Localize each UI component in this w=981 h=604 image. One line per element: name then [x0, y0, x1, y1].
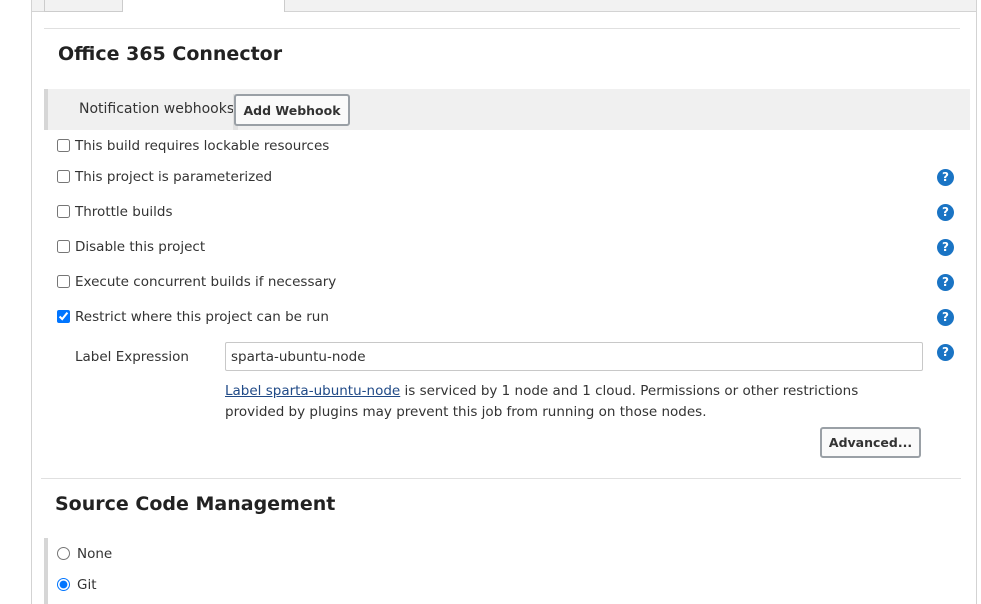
label-expression-label: Label Expression: [75, 349, 189, 365]
option-label: This build requires lockable resources: [75, 138, 330, 154]
scm-option-label: Git: [77, 577, 97, 593]
option-label: Restrict where this project can be run: [75, 309, 329, 325]
label-expression-info: Label sparta-ubuntu-node is serviced by …: [225, 381, 915, 423]
question-circle-icon[interactable]: ?: [937, 344, 954, 361]
add-webhook-button[interactable]: Add Webhook: [234, 94, 350, 126]
question-circle-icon[interactable]: ?: [937, 169, 954, 186]
question-circle-icon[interactable]: ?: [937, 309, 954, 326]
office365-section-title: Office 365 Connector: [58, 43, 283, 65]
concurrent-builds-checkbox[interactable]: [57, 275, 70, 288]
notification-webhooks-row: Notification webhooks Add Webhook: [44, 89, 970, 130]
label-expression-input[interactable]: [225, 342, 923, 371]
scm-options-rail: [44, 538, 48, 604]
notification-webhooks-label: Notification webhooks: [79, 101, 235, 117]
option-label: Disable this project: [75, 239, 206, 255]
tab-general[interactable]: [122, 0, 285, 12]
scm-option-label: None: [77, 546, 113, 562]
scm-git-radio[interactable]: [57, 578, 70, 591]
section-divider: [41, 478, 961, 479]
question-circle-icon[interactable]: ?: [937, 274, 954, 291]
section-divider: [44, 28, 960, 29]
advanced-button[interactable]: Advanced...: [820, 427, 921, 458]
disable-project-checkbox[interactable]: [57, 240, 70, 253]
label-link[interactable]: Label sparta-ubuntu-node: [225, 383, 400, 399]
job-config-panel: Office 365 Connector Notification webhoo…: [31, 0, 977, 604]
scm-section-title: Source Code Management: [55, 493, 336, 515]
lockable-resources-checkbox[interactable]: [57, 139, 70, 152]
scm-none-radio[interactable]: [57, 547, 70, 560]
option-label: Throttle builds: [75, 204, 173, 220]
option-label: Execute concurrent builds if necessary: [75, 274, 337, 290]
parameterized-checkbox[interactable]: [57, 170, 70, 183]
question-circle-icon[interactable]: ?: [937, 239, 954, 256]
tab-previous[interactable]: [44, 0, 124, 12]
restrict-where-run-checkbox[interactable]: [57, 310, 70, 323]
question-circle-icon[interactable]: ?: [937, 204, 954, 221]
option-label: This project is parameterized: [75, 169, 273, 185]
throttle-builds-checkbox[interactable]: [57, 205, 70, 218]
config-tab-strip: [32, 0, 976, 12]
